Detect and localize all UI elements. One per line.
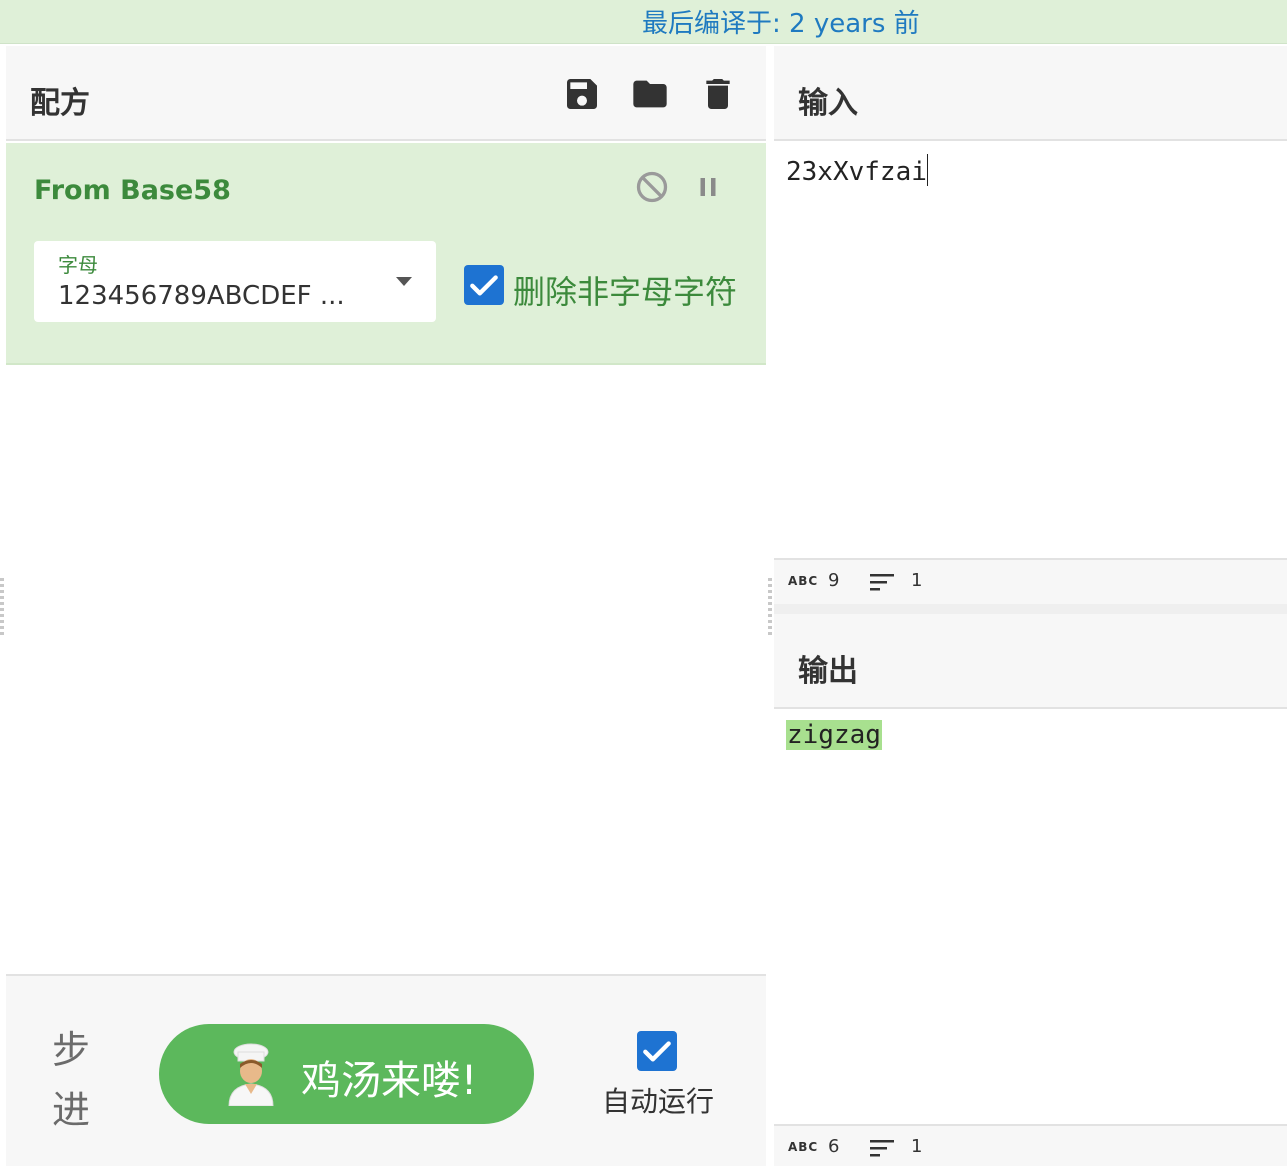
alphabet-label: 字母 — [58, 253, 98, 277]
input-header: 输入 — [774, 46, 1287, 141]
operation-from-base58[interactable]: From Base58 字母 123456789ABCDEF ... 删除非字母… — [6, 143, 766, 365]
input-value: 23xXvfzai — [786, 157, 927, 187]
io-panel: 输入 23xXvfzai ABC 9 1 输出 zigzag ABC 6 1 — [774, 46, 1287, 1166]
input-status-bar: ABC 9 1 — [774, 558, 1287, 604]
disable-icon[interactable] — [634, 169, 670, 205]
top-banner: 最后编译于: 2 years 前 — [0, 0, 1287, 44]
auto-bake-label[interactable]: 自动运行 — [602, 1080, 714, 1120]
resize-handle-left[interactable] — [0, 578, 4, 638]
text-caret — [926, 154, 928, 186]
last-build-notice[interactable]: 最后编译于: 2 years 前 — [642, 3, 920, 40]
output-lines: 1 — [911, 1136, 923, 1157]
length-icon: ABC — [788, 574, 819, 588]
lines-icon — [870, 1140, 894, 1157]
alphabet-value: 123456789ABCDEF ... — [58, 281, 345, 311]
save-icon[interactable] — [562, 74, 602, 114]
input-title: 输入 — [798, 86, 858, 121]
resize-handle-middle[interactable] — [768, 578, 772, 638]
check-icon — [643, 1041, 671, 1062]
auto-bake-checkbox[interactable] — [637, 1031, 677, 1071]
pause-icon[interactable] — [690, 169, 726, 205]
output-length: 6 — [828, 1136, 840, 1157]
folder-icon[interactable] — [630, 74, 670, 114]
length-icon: ABC — [788, 1140, 819, 1154]
bake-button[interactable]: 鸡汤来喽! — [159, 1024, 534, 1124]
lines-icon — [870, 574, 894, 591]
alphabet-select[interactable]: 字母 123456789ABCDEF ... — [34, 241, 436, 322]
recipe-header: 配方 — [6, 46, 766, 141]
operation-name: From Base58 — [34, 175, 231, 206]
output-title: 输出 — [798, 654, 858, 689]
output-status-bar: ABC 6 1 — [774, 1124, 1287, 1166]
remove-non-alpha-label[interactable]: 删除非字母字符 — [513, 267, 737, 313]
trash-icon[interactable] — [698, 74, 738, 114]
input-textarea[interactable]: 23xXvfzai — [786, 154, 928, 187]
chef-icon — [228, 1043, 274, 1106]
recipe-panel: 配方 From Base58 字母 123456789ABCDEF ... 删除… — [6, 46, 766, 1166]
check-icon — [470, 275, 498, 296]
recipe-title: 配方 — [30, 86, 90, 121]
input-length: 9 — [828, 570, 840, 591]
output-text[interactable]: zigzag — [786, 720, 882, 750]
chevron-down-icon — [396, 277, 412, 286]
remove-non-alpha-checkbox[interactable] — [464, 265, 504, 305]
recipe-controls: 步进 鸡汤来喽! 自动运行 — [6, 974, 766, 1166]
step-button[interactable]: 步进 — [52, 1020, 96, 1140]
input-lines: 1 — [911, 570, 923, 591]
io-divider[interactable] — [774, 604, 1287, 614]
bake-label: 鸡汤来喽! — [301, 1058, 478, 1104]
output-header: 输出 — [774, 614, 1287, 709]
